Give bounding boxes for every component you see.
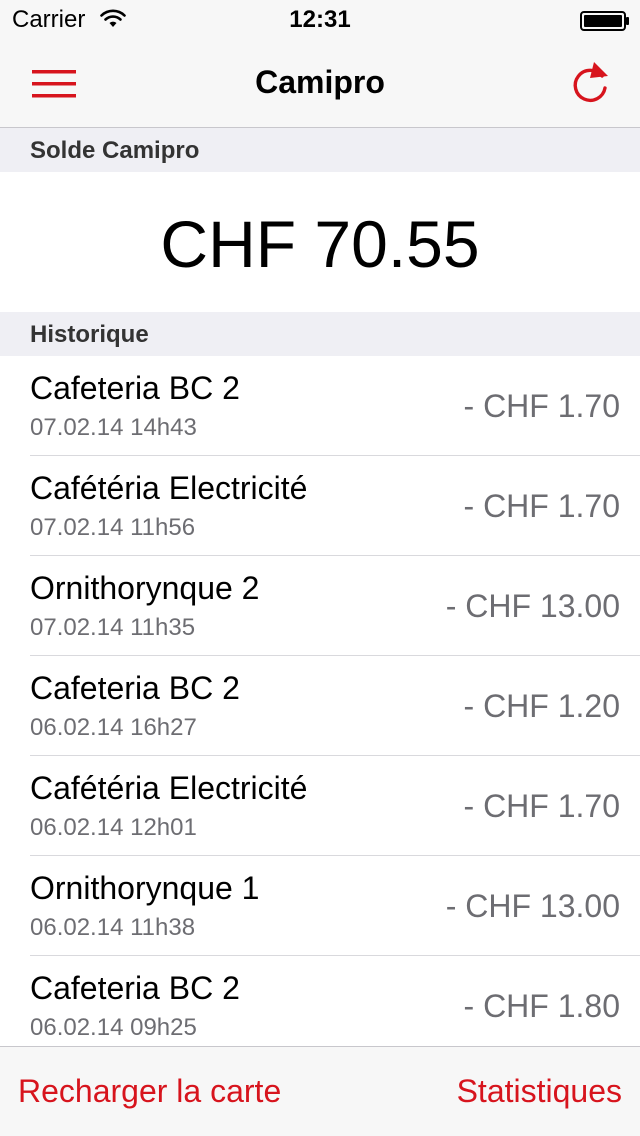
list-item[interactable]: Cafeteria BC 2 06.02.14 16h27 - CHF 1.20 <box>0 656 640 756</box>
transaction-amount: - CHF 1.20 <box>463 688 620 724</box>
transaction-name: Cafétéria Electricité <box>30 770 308 806</box>
transaction-date: 06.02.14 11h38 <box>30 914 196 941</box>
balance-amount: CHF 70.55 <box>160 207 480 281</box>
list-item[interactable]: Cafeteria BC 2 07.02.14 14h43 - CHF 1.70 <box>0 356 640 456</box>
page-title: Camipro <box>255 64 385 100</box>
transaction-name: Cafétéria Electricité <box>30 470 308 506</box>
history-list[interactable]: Cafeteria BC 2 07.02.14 14h43 - CHF 1.70… <box>0 356 640 1046</box>
list-item[interactable]: Ornithorynque 2 07.02.14 11h35 - CHF 13.… <box>0 556 640 656</box>
clock: 12:31 <box>289 6 351 33</box>
list-item[interactable]: Ornithorynque 1 06.02.14 11h38 - CHF 13.… <box>0 856 640 956</box>
transaction-amount: - CHF 1.70 <box>463 488 620 524</box>
transaction-name: Cafeteria BC 2 <box>30 970 240 1006</box>
transaction-date: 06.02.14 16h27 <box>30 714 197 741</box>
transaction-date: 07.02.14 14h43 <box>30 414 197 441</box>
transaction-date: 06.02.14 12h01 <box>30 814 197 841</box>
recharge-card-button[interactable]: Recharger la carte <box>18 1073 281 1110</box>
transaction-amount: - CHF 13.00 <box>445 888 620 924</box>
history-section-header: Historique <box>0 312 640 356</box>
status-bar: Carrier 12:31 <box>0 0 640 40</box>
transaction-name: Cafeteria BC 2 <box>30 370 240 406</box>
list-item[interactable]: Cafeteria BC 2 06.02.14 09h25 - CHF 1.80 <box>0 956 640 1046</box>
balance-section-header: Solde Camipro <box>0 128 640 172</box>
transaction-name: Cafeteria BC 2 <box>30 670 240 706</box>
transaction-amount: - CHF 13.00 <box>445 588 620 624</box>
refresh-icon[interactable] <box>568 58 612 106</box>
list-item[interactable]: Cafétéria Electricité 06.02.14 12h01 - C… <box>0 756 640 856</box>
transaction-name: Ornithorynque 2 <box>30 570 260 606</box>
list-item[interactable]: Cafétéria Electricité 07.02.14 11h56 - C… <box>0 456 640 556</box>
transaction-amount: - CHF 1.70 <box>463 788 620 824</box>
battery-icon <box>580 11 629 31</box>
transaction-date: 07.02.14 11h56 <box>30 514 196 541</box>
balance-card: CHF 70.55 <box>0 172 640 312</box>
bottom-toolbar: Recharger la carte Statistiques <box>0 1046 640 1136</box>
statistics-button[interactable]: Statistiques <box>457 1073 622 1110</box>
transaction-amount: - CHF 1.80 <box>463 988 620 1024</box>
navigation-bar: Camipro <box>0 40 640 128</box>
transaction-amount: - CHF 1.70 <box>463 388 620 424</box>
transaction-date: 07.02.14 11h35 <box>30 614 196 641</box>
transaction-name: Ornithorynque 1 <box>30 870 260 906</box>
transaction-date: 06.02.14 09h25 <box>30 1014 197 1041</box>
